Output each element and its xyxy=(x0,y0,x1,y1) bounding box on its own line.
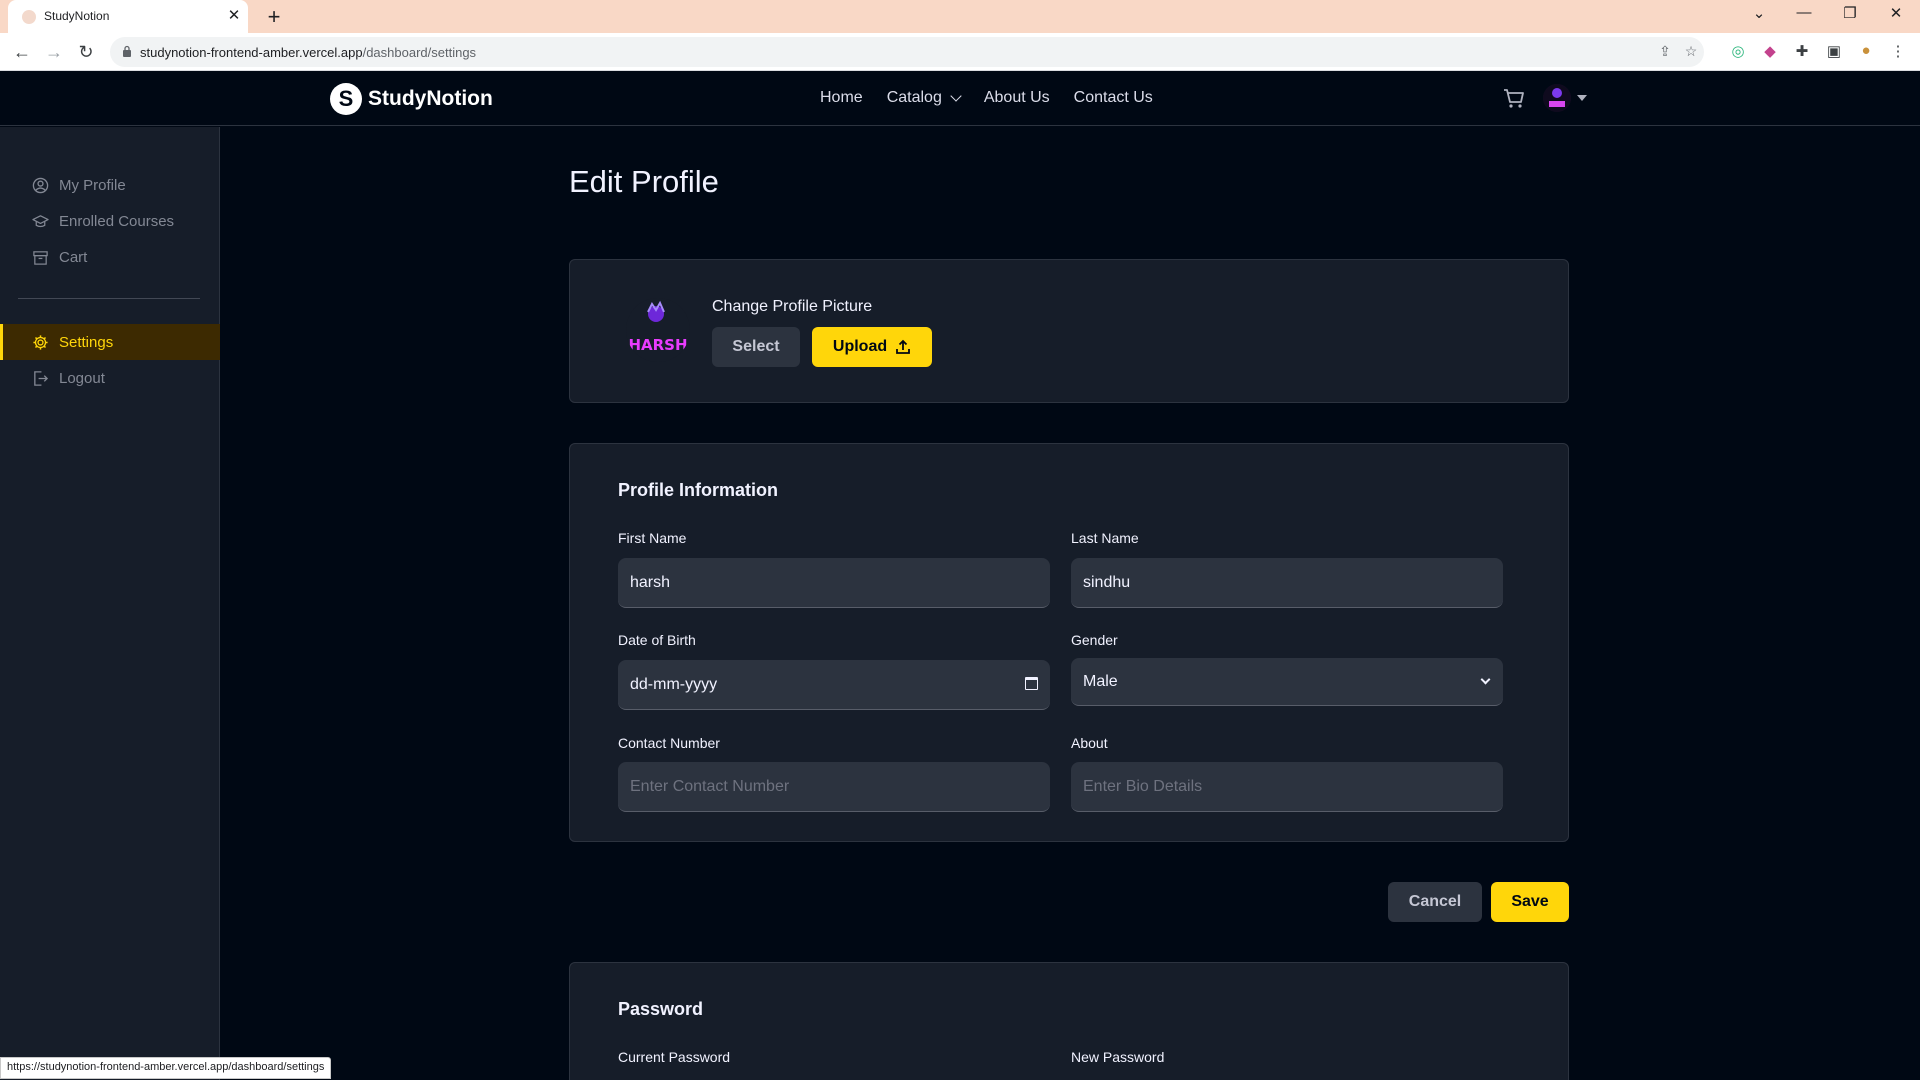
tab-close-icon[interactable]: ✕ xyxy=(224,6,244,24)
back-arrow-icon[interactable]: ← xyxy=(10,40,34,64)
first-name-field[interactable]: harsh xyxy=(618,558,1050,608)
nav-link-catalog-label: Catalog xyxy=(886,89,942,106)
caret-down-icon[interactable] xyxy=(1577,95,1587,101)
profile-avatar: HARSH xyxy=(626,298,690,362)
share-icon[interactable]: ⇪ xyxy=(1655,43,1675,61)
tab-title: StudyNotion xyxy=(44,9,110,23)
select-button-label: Select xyxy=(732,338,780,355)
svg-text:HARSH: HARSH xyxy=(628,336,687,354)
browser-toolbar: ← → ↻ studynotion-frontend-amber.vercel.… xyxy=(0,33,1920,71)
nav-link-about[interactable]: About Us xyxy=(984,89,1050,107)
logo-text: StudyNotion xyxy=(368,87,493,110)
password-card: Password Current Password New Password xyxy=(569,962,1569,1080)
sidebar-item-label: Settings xyxy=(59,333,114,351)
about-field[interactable]: Enter Bio Details xyxy=(1071,762,1503,812)
sidebar-item-logout[interactable]: Logout xyxy=(0,360,220,396)
user-avatar[interactable] xyxy=(1543,84,1571,112)
save-button-label: Save xyxy=(1511,893,1549,910)
window-close-button[interactable]: ✕ xyxy=(1884,4,1908,22)
sidebar-item-settings[interactable]: Settings xyxy=(0,324,220,360)
nav-link-home[interactable]: Home xyxy=(820,89,863,107)
profile-avatar-icon[interactable]: ● xyxy=(1856,42,1876,62)
extension-color-icon[interactable]: ◆ xyxy=(1760,42,1780,62)
current-password-label: Current Password xyxy=(618,1049,731,1065)
cancel-button[interactable]: Cancel xyxy=(1388,882,1482,922)
gender-select[interactable]: Male xyxy=(1071,658,1503,706)
last-name-label: Last Name xyxy=(1071,530,1139,546)
contact-number-label: Contact Number xyxy=(618,735,720,751)
status-bar-url: https://studynotion-frontend-amber.verce… xyxy=(0,1057,332,1079)
select-picture-button[interactable]: Select xyxy=(712,327,800,367)
forward-arrow-icon[interactable]: → xyxy=(42,40,66,64)
browser-tab[interactable]: StudyNotion ✕ xyxy=(8,0,248,33)
archive-icon xyxy=(33,250,48,265)
sidebar-item-my-profile[interactable]: My Profile xyxy=(0,167,220,203)
upload-button-label: Upload xyxy=(832,338,888,355)
address-bar[interactable]: studynotion-frontend-amber.vercel.app/da… xyxy=(110,37,1704,67)
nav-links: Home Catalog About Us Contact Us xyxy=(820,89,1153,107)
extensions-puzzle-icon[interactable]: ✚ xyxy=(1792,42,1812,62)
browser-menu-icon[interactable]: ⋮ xyxy=(1888,42,1908,62)
browser-tab-bar: StudyNotion ✕ + ⌄ — ❐ ✕ xyxy=(0,0,1920,33)
dob-field[interactable]: dd-mm-yyyy xyxy=(618,660,1050,710)
minimize-button[interactable]: — xyxy=(1792,4,1816,21)
contact-number-placeholder: Enter Contact Number xyxy=(630,777,790,795)
about-placeholder: Enter Bio Details xyxy=(1083,777,1203,795)
new-tab-button[interactable]: + xyxy=(262,4,286,30)
sidebar-item-label: Cart xyxy=(59,248,88,266)
dob-value: dd-mm-yyyy xyxy=(630,675,718,693)
sidebar-item-cart[interactable]: Cart xyxy=(0,239,220,275)
graduation-cap-icon xyxy=(32,214,49,227)
page-title: Edit Profile xyxy=(569,164,719,199)
lock-icon xyxy=(123,45,131,57)
chevron-down-icon xyxy=(950,90,962,102)
dob-label: Date of Birth xyxy=(618,632,696,648)
sidebar-item-label: Enrolled Courses xyxy=(59,212,175,230)
user-circle-icon xyxy=(32,177,49,193)
profile-picture-card: HARSH Change Profile Picture Select Uplo… xyxy=(569,259,1569,403)
profile-information-card: Profile Information First Name harsh Las… xyxy=(569,443,1569,842)
first-name-value: harsh xyxy=(630,573,671,591)
restore-button[interactable]: ❐ xyxy=(1838,4,1862,22)
logo-mark-icon: S xyxy=(330,83,362,115)
save-button[interactable]: Save xyxy=(1491,882,1569,922)
cancel-button-label: Cancel xyxy=(1408,893,1462,910)
sidebar-item-label: My Profile xyxy=(59,176,126,194)
studynotion-logo[interactable]: S StudyNotion xyxy=(330,83,493,115)
gender-label: Gender xyxy=(1071,632,1118,648)
sidebar-divider xyxy=(18,298,200,299)
new-password-label: New Password xyxy=(1071,1049,1165,1065)
cart-icon[interactable] xyxy=(1502,87,1526,109)
about-label: About xyxy=(1071,735,1108,751)
reload-icon[interactable]: ↻ xyxy=(74,40,98,64)
profile-information-title: Profile Information xyxy=(618,480,779,500)
sidebar-item-label: Logout xyxy=(59,369,105,387)
logout-icon xyxy=(34,370,49,386)
tab-search-icon[interactable]: ⌄ xyxy=(1747,4,1771,22)
first-name-label: First Name xyxy=(618,530,687,546)
last-name-field[interactable]: sindhu xyxy=(1071,558,1503,608)
calendar-icon[interactable] xyxy=(1025,677,1038,690)
dashboard-sidebar: My Profile Enrolled Courses Cart Setting… xyxy=(0,127,220,1080)
extension-circle-icon[interactable]: ◎ xyxy=(1728,42,1748,62)
chevron-down-icon xyxy=(1480,674,1491,685)
bookmark-star-icon[interactable]: ☆ xyxy=(1681,43,1701,61)
contact-number-field[interactable]: Enter Contact Number xyxy=(618,762,1050,812)
upload-picture-button[interactable]: Upload xyxy=(812,327,932,367)
password-title: Password xyxy=(618,999,704,1019)
gender-value: Male xyxy=(1083,672,1118,690)
tab-favicon-icon xyxy=(22,10,36,24)
side-panel-icon[interactable]: ▣ xyxy=(1824,42,1844,62)
last-name-value: sindhu xyxy=(1083,573,1131,591)
app-navbar: S StudyNotion Home Catalog About Us Cont… xyxy=(0,71,1920,126)
upload-icon xyxy=(896,339,911,354)
sidebar-item-enrolled-courses[interactable]: Enrolled Courses xyxy=(0,203,220,239)
nav-link-catalog[interactable]: Catalog xyxy=(886,89,962,107)
url-text: studynotion-frontend-amber.vercel.app/da… xyxy=(140,45,477,60)
gear-icon xyxy=(33,334,48,350)
change-picture-label: Change Profile Picture xyxy=(712,298,873,315)
nav-link-contact[interactable]: Contact Us xyxy=(1074,89,1153,107)
